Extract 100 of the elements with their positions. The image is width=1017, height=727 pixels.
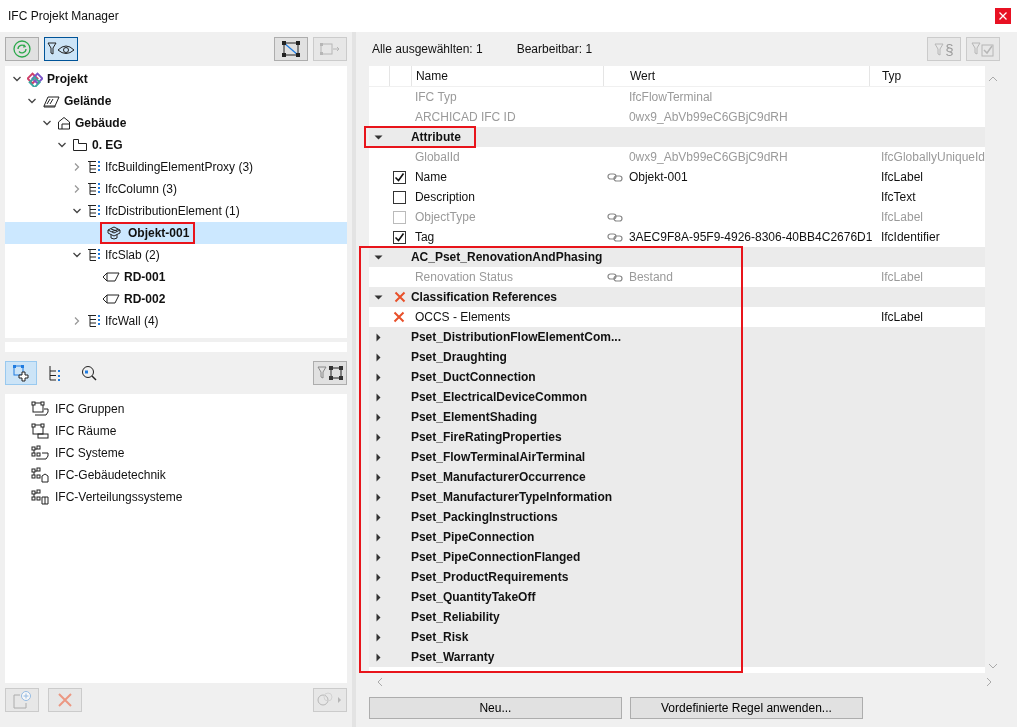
tree-item-label[interactable]: Projekt	[47, 72, 88, 86]
link-icon	[606, 232, 623, 242]
group-item[interactable]: IFC Gruppen	[55, 402, 125, 416]
group-item[interactable]: IFC-Verteilungssysteme	[55, 490, 183, 504]
property-value: 0wx9_AbVb99eC6GBjC9dRH	[628, 150, 788, 164]
filter-nodes-icon	[317, 365, 343, 381]
property-set-name[interactable]: Pset_PipeConnectionFlanged	[410, 550, 581, 564]
check-icon	[393, 231, 405, 243]
tree-item-label[interactable]: 0. EG	[92, 138, 123, 152]
property-value[interactable]: 3AEC9F8A-95F9-4926-8306-40BB4C2676D1	[628, 230, 873, 244]
property-set-name[interactable]: Pset_Warranty	[410, 650, 495, 664]
editable-count: Bearbeitbar: 1	[516, 42, 593, 56]
toolbar-button[interactable]	[274, 37, 308, 61]
property-set-name[interactable]: Pset_Risk	[410, 630, 469, 644]
property-value[interactable]: Objekt-001	[628, 170, 688, 184]
close-button[interactable]	[995, 8, 1011, 24]
property-type: IfcLabel	[880, 310, 923, 324]
slab-outline-icon	[102, 271, 120, 283]
property-name: Description	[413, 190, 476, 204]
group-item[interactable]: IFC-Gebäudetechnik	[55, 468, 166, 482]
checkbox[interactable]	[392, 230, 406, 244]
class-list-icon	[87, 314, 101, 328]
class-list-icon	[87, 248, 101, 262]
filter-eye-icon	[47, 41, 75, 57]
apply-rule-button[interactable]: Vordefinierte Regel anwenden...	[629, 697, 863, 719]
property-name: Tag	[413, 230, 436, 244]
tree-item-label[interactable]: Gelände	[64, 94, 112, 108]
property-name: ObjectType	[413, 210, 477, 224]
network-icon	[31, 489, 49, 505]
chevron-down-icon	[57, 140, 67, 150]
filter-check-icon	[971, 41, 995, 57]
section-sign: §	[945, 40, 954, 58]
property-set-name[interactable]: Pset_QuantityTakeOff	[410, 590, 536, 604]
selected-tree-row[interactable]: Objekt-001	[5, 222, 347, 244]
tree-item-label[interactable]: IfcColumn (3)	[105, 182, 178, 196]
toolbar-button[interactable]	[44, 37, 78, 61]
hierarchy-icon	[48, 365, 62, 381]
checkbox[interactable]	[392, 170, 406, 184]
property-name: GlobalId	[413, 150, 461, 164]
column-header[interactable]: Wert	[629, 69, 656, 83]
property-set-name[interactable]: Pset_ProductRequirements	[410, 570, 569, 584]
property-name: IFC Typ	[413, 90, 458, 104]
scroll-left-icon	[376, 677, 383, 687]
tree-item-label[interactable]: IfcWall (4)	[105, 314, 159, 328]
property-type: IfcLabel	[880, 170, 923, 184]
property-set-name[interactable]: Pset_ElementShading	[410, 410, 537, 424]
tree-item-label[interactable]: RD-002	[124, 292, 166, 306]
tree-item-label[interactable]: Gebäude	[75, 116, 127, 130]
chevron-right-icon	[72, 184, 82, 194]
property-type: IfcIdentifier	[880, 230, 940, 244]
property-set-name[interactable]: Pset_FireRatingProperties	[410, 430, 562, 444]
scroll-up-icon	[987, 76, 998, 82]
chevron-down-icon	[27, 96, 37, 106]
scroll-down-icon	[987, 663, 998, 669]
slab-outline-icon	[102, 293, 120, 305]
floor-icon	[72, 138, 88, 152]
group-icon	[31, 401, 49, 417]
filter-button[interactable]	[313, 361, 347, 385]
tree-item-label[interactable]: IfcSlab (2)	[105, 248, 160, 262]
chevron-right-icon	[72, 162, 82, 172]
link-arrow-icon	[316, 692, 344, 708]
group-item[interactable]: IFC Systeme	[55, 446, 125, 460]
scroll-right-icon	[986, 677, 992, 687]
property-set-name[interactable]: Pset_DuctConnection	[410, 370, 536, 384]
tree-item-label[interactable]: IfcBuildingElementProxy (3)	[105, 160, 254, 174]
property-set-name[interactable]: Attribute	[410, 130, 461, 144]
group-item[interactable]: IFC Räume	[55, 424, 117, 438]
check-icon	[393, 171, 405, 183]
tree-item-label[interactable]: Objekt-001	[128, 226, 190, 240]
chevron-down-icon	[12, 74, 22, 84]
selection-count: Alle ausgewählten: 1	[371, 42, 483, 56]
view-tab[interactable]	[5, 361, 37, 385]
column-header[interactable]: Typ	[881, 69, 902, 83]
new-button[interactable]: Neu...	[368, 697, 622, 719]
tree-item-label[interactable]: RD-001	[124, 270, 166, 284]
system-icon	[31, 445, 49, 461]
house-icon	[57, 116, 71, 130]
property-set-name[interactable]: Pset_PipeConnection	[410, 530, 535, 544]
checkbox[interactable]	[392, 190, 406, 204]
property-set-name[interactable]: Pset_Draughting	[410, 350, 507, 364]
class-list-icon	[87, 182, 101, 196]
chevron-down-icon	[42, 118, 52, 128]
class-list-icon	[87, 160, 101, 174]
slab-icon	[42, 94, 60, 108]
add-group-icon	[12, 364, 30, 382]
property-set-name[interactable]: Pset_Reliability	[410, 610, 500, 624]
property-type: IfcLabel	[880, 270, 923, 284]
property-name: Name	[413, 170, 448, 184]
property-name: OCCS - Elements	[413, 310, 512, 324]
link-icon	[606, 212, 623, 222]
column-header[interactable]: Name	[415, 69, 448, 83]
property-set-name[interactable]: Pset_PackingInstructions	[410, 510, 558, 524]
link-icon	[606, 272, 623, 282]
property-set-name[interactable]: Pset_ManufacturerOccurrence	[410, 470, 586, 484]
tree-item-label[interactable]: IfcDistributionElement (1)	[105, 204, 240, 218]
window-title: IFC Projekt Manager	[8, 9, 119, 23]
add-document-icon	[12, 691, 32, 709]
property-set-name[interactable]: Pset_FlowTerminalAirTerminal	[410, 450, 586, 464]
property-set-name[interactable]: Classification References	[410, 290, 557, 304]
rings-icon	[27, 71, 43, 87]
